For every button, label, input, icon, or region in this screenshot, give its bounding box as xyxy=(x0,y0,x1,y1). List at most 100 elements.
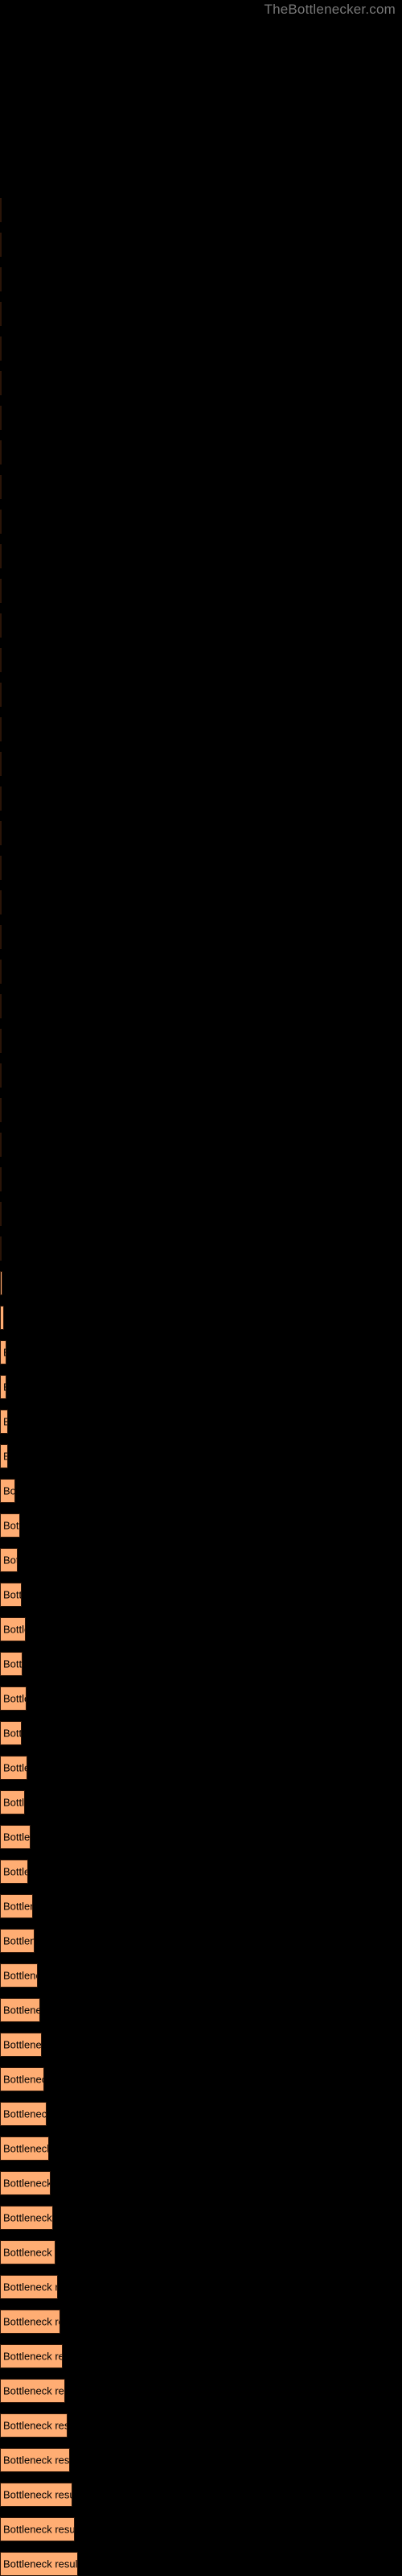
bar-segment: Bottleneck result xyxy=(0,2310,60,2334)
bar-segment: Bottleneck result xyxy=(0,890,2,914)
bar-segment: Bottleneck result xyxy=(0,960,2,984)
bar-value-label: Bottleneck result xyxy=(3,1969,37,1982)
bar-segment: Bottleneck result xyxy=(0,1548,18,1572)
bar-value-label: Bottleneck result xyxy=(3,2454,70,2467)
bar-value-label: Bottleneck result xyxy=(3,2073,43,2086)
bar-row: Bottleneck result xyxy=(0,1098,402,1122)
bar-value-label: Bottleneck result xyxy=(3,1416,7,1428)
bar-value-label: Bottleneck result xyxy=(3,1623,25,1636)
bar-segment: Bottleneck result xyxy=(0,1963,38,1988)
bar-segment: Bottleneck result xyxy=(0,2448,70,2472)
bar-segment: Bottleneck result xyxy=(0,371,2,395)
bar-row: Bottleneck result xyxy=(0,890,402,914)
bar-row: Bottleneck result xyxy=(0,475,402,499)
bar-value-label: Bottleneck result xyxy=(3,1865,27,1878)
bar-segment: Bottleneck result xyxy=(0,544,2,568)
bar-segment: Bottleneck result xyxy=(0,2517,75,2541)
bar-row: Bottleneck result xyxy=(0,1375,402,1399)
bar-row: Bottleneck result xyxy=(0,267,402,291)
bar-segment: Bottleneck result xyxy=(0,2275,58,2299)
bar-row: Bottleneck result xyxy=(0,1340,402,1364)
bar-segment: Bottleneck result xyxy=(0,440,2,464)
bar-row: Bottleneck result xyxy=(0,786,402,811)
bar-row: Bottleneck result xyxy=(0,2379,402,2403)
bar-segment: Bottleneck result xyxy=(0,994,2,1018)
bar-segment: Bottleneck result xyxy=(0,2206,53,2230)
bar-row: Bottleneck result xyxy=(0,2448,402,2472)
bar-row: Bottleneck result xyxy=(0,1306,402,1330)
horizontal-bar-chart: Bottleneck result Bottleneck result Bottle… xyxy=(0,0,402,2576)
bar-row: Bottleneck result xyxy=(0,198,402,222)
bar-segment: Bottleneck result xyxy=(0,1340,6,1364)
bar-row: Bottleneck result xyxy=(0,2136,402,2161)
bar-value-label: Bottleneck result xyxy=(3,1900,32,1913)
bar-segment: Bottleneck result xyxy=(0,579,2,603)
bar-value-label: Bottleneck result xyxy=(3,1657,23,1670)
bar-row: Bottleneck result xyxy=(0,1686,402,1711)
bar-row: Bottleneck result xyxy=(0,2171,402,2195)
bar-value-label: Bottleneck result xyxy=(3,1588,22,1601)
bar-row: Bottleneck result xyxy=(0,2033,402,2057)
bar-segment: Bottleneck result xyxy=(0,1236,2,1261)
bar-segment: Bottleneck result xyxy=(0,510,2,534)
bar-segment: Bottleneck result xyxy=(0,1513,20,1538)
bar-segment: Bottleneck result xyxy=(0,2033,42,2057)
bar-value-label: Bottleneck result xyxy=(3,2142,49,2155)
bar-value-label: Bottleneck result xyxy=(3,2384,64,2397)
bar-segment: Bottleneck result xyxy=(0,1756,27,1780)
bar-segment: Bottleneck result xyxy=(0,1029,2,1053)
bar-row: Bottleneck result xyxy=(0,1860,402,1884)
bar-row: Bottleneck result xyxy=(0,2483,402,2507)
bar-value-label: Bottleneck result xyxy=(3,2523,75,2536)
bar-row: Bottleneck result xyxy=(0,2552,402,2576)
bar-row: Bottleneck result xyxy=(0,856,402,880)
bar-row: Bottleneck result xyxy=(0,717,402,741)
bar-segment: Bottleneck result xyxy=(0,1790,25,1814)
bar-row: Bottleneck result xyxy=(0,1963,402,1988)
bar-segment: Bottleneck result xyxy=(0,1825,31,1849)
bar-segment: Bottleneck result xyxy=(0,336,2,361)
bar-row: Bottleneck result xyxy=(0,510,402,534)
bar-row: Bottleneck result xyxy=(0,1790,402,1814)
bar-value-label: Bottleneck result xyxy=(3,2281,57,2293)
bar-row: Bottleneck result xyxy=(0,1271,402,1295)
bar-row: Bottleneck result xyxy=(0,648,402,672)
bar-row: Bottleneck result xyxy=(0,1513,402,1538)
bar-segment: Bottleneck result xyxy=(0,925,2,949)
bar-value-label: Bottleneck result xyxy=(3,1934,34,1947)
bar-segment: Bottleneck result xyxy=(0,1306,4,1330)
bar-value-label: Bottleneck result xyxy=(3,1381,6,1393)
bar-segment: Bottleneck result xyxy=(0,302,2,326)
bar-segment: Bottleneck result xyxy=(0,1998,40,2022)
bar-segment: Bottleneck result xyxy=(0,1271,2,1295)
bar-row: Bottleneck result xyxy=(0,683,402,707)
bar-row: Bottleneck result xyxy=(0,1652,402,1676)
bar-value-label: Bottleneck result xyxy=(3,1451,7,1463)
bar-segment: Bottleneck result xyxy=(0,1063,2,1088)
bar-row: Bottleneck result xyxy=(0,2413,402,2438)
bar-row: Bottleneck result xyxy=(0,2240,402,2264)
bar-value-label: Bottleneck result xyxy=(3,1312,4,1324)
bar-segment: Bottleneck result xyxy=(0,1167,2,1191)
bar-value-label: Bottleneck result xyxy=(3,2004,39,2017)
bar-value-label: Bottleneck result xyxy=(3,2177,51,2190)
bar-segment: Bottleneck result xyxy=(0,1444,8,1468)
bar-segment: Bottleneck result xyxy=(0,1410,8,1434)
bar-segment: Bottleneck result xyxy=(0,1929,35,1953)
bar-row: Bottleneck result xyxy=(0,1583,402,1607)
bar-row: Bottleneck result xyxy=(0,960,402,984)
bar-row: Bottleneck result xyxy=(0,994,402,1018)
bar-segment: Bottleneck result xyxy=(0,1098,2,1122)
bar-row: Bottleneck result xyxy=(0,2517,402,2541)
bar-row: Bottleneck result xyxy=(0,1894,402,1918)
bar-row: Bottleneck result xyxy=(0,1167,402,1191)
bar-row: Bottleneck result xyxy=(0,1029,402,1053)
bar-segment: Bottleneck result xyxy=(0,717,2,741)
bar-segment: Bottleneck result xyxy=(0,2067,44,2091)
bar-value-label: Bottleneck result xyxy=(3,1554,17,1567)
bar-value-label: Bottleneck result xyxy=(3,2557,78,2570)
bar-segment: Bottleneck result xyxy=(0,1375,6,1399)
bar-segment: Bottleneck result xyxy=(0,2344,63,2368)
bar-segment: Bottleneck result xyxy=(0,613,2,638)
bar-segment: Bottleneck result xyxy=(0,475,2,499)
